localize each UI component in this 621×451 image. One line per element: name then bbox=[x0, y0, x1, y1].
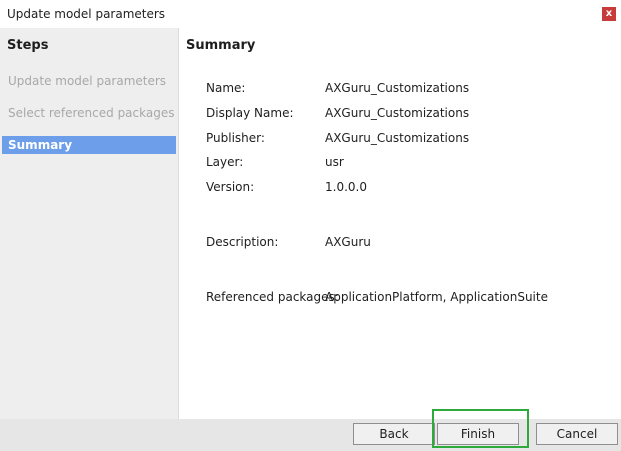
update-model-dialog: Update model parameters x Steps Update m… bbox=[0, 0, 621, 451]
cancel-button[interactable]: Cancel bbox=[536, 423, 618, 445]
display-name-value: AXGuru_Customizations bbox=[325, 106, 470, 120]
steps-sidebar: Steps Update model parameters Select ref… bbox=[0, 28, 179, 419]
name-label: Name: bbox=[206, 81, 246, 95]
description-value: AXGuru bbox=[325, 235, 371, 249]
summary-heading: Summary bbox=[186, 38, 256, 53]
description-label: Description: bbox=[206, 235, 279, 249]
referenced-packages-value: ApplicationPlatform, ApplicationSuite bbox=[325, 290, 548, 304]
finish-highlight-box bbox=[432, 409, 529, 448]
steps-heading: Steps bbox=[7, 38, 49, 53]
version-value: 1.0.0.0 bbox=[325, 180, 367, 194]
version-label: Version: bbox=[206, 180, 255, 194]
step-summary[interactable]: Summary bbox=[2, 136, 176, 154]
summary-panel: Summary Name: AXGuru_Customizations Disp… bbox=[179, 28, 621, 419]
title-bar: Update model parameters x bbox=[0, 0, 621, 28]
publisher-label: Publisher: bbox=[206, 131, 265, 145]
back-button[interactable]: Back bbox=[353, 423, 435, 445]
window-title: Update model parameters bbox=[7, 7, 166, 21]
close-icon[interactable]: x bbox=[602, 7, 616, 21]
display-name-label: Display Name: bbox=[206, 106, 294, 120]
referenced-packages-label: Referenced packages: bbox=[206, 290, 339, 304]
step-update-model-parameters[interactable]: Update model parameters bbox=[2, 72, 176, 90]
publisher-value: AXGuru_Customizations bbox=[325, 131, 470, 145]
name-value: AXGuru_Customizations bbox=[325, 81, 470, 95]
step-select-referenced-packages[interactable]: Select referenced packages bbox=[2, 104, 176, 122]
layer-value: usr bbox=[325, 155, 344, 169]
layer-label: Layer: bbox=[206, 155, 244, 169]
